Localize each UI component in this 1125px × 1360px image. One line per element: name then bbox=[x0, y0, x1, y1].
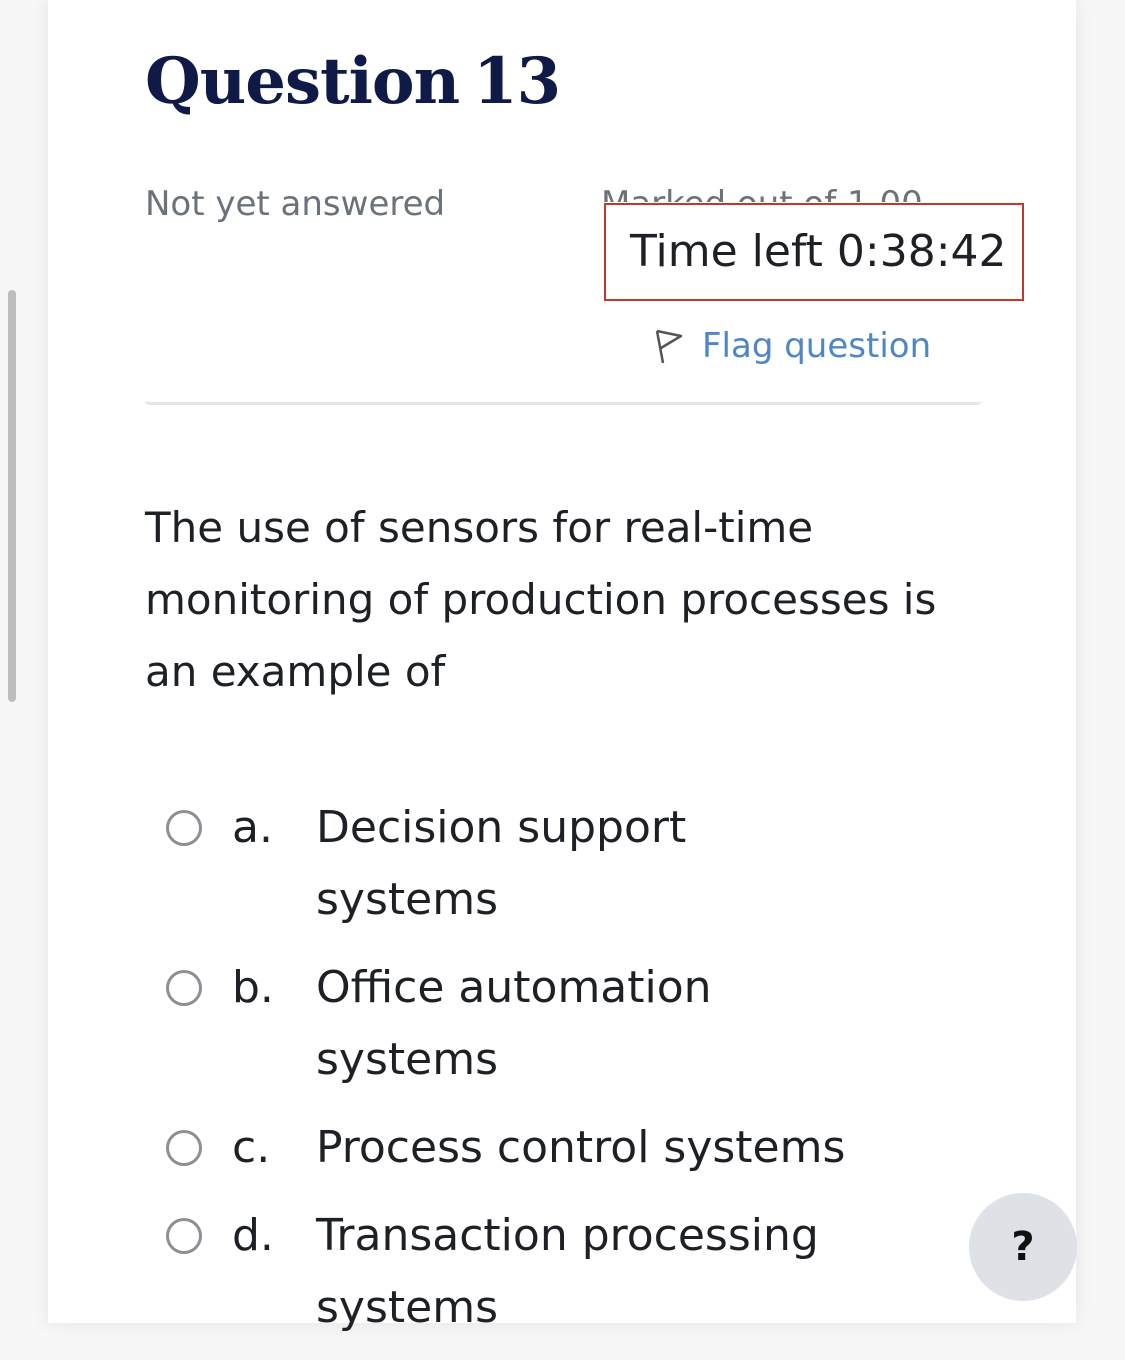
answer-letter: c. bbox=[232, 1122, 271, 1173]
answer-text[interactable]: Decision support systems bbox=[316, 792, 876, 936]
page-scrollbar[interactable] bbox=[8, 290, 16, 702]
answer-letter: d. bbox=[232, 1210, 274, 1261]
help-button[interactable]: ? bbox=[969, 1193, 1077, 1301]
answer-option-b[interactable]: b. Office automation systems bbox=[166, 952, 966, 1096]
radio-empty-icon[interactable] bbox=[166, 970, 202, 1006]
question-grade: Marked out of 1.00 bbox=[601, 182, 946, 202]
question-card: Question13 Not yet answered Marked out o… bbox=[48, 0, 1077, 1333]
answer-option-c[interactable]: c. Process control systems bbox=[166, 1112, 966, 1184]
question-state: Not yet answered bbox=[145, 184, 446, 224]
radio-empty-icon[interactable] bbox=[166, 1130, 202, 1166]
answer-letter: a. bbox=[232, 802, 273, 853]
radio-empty-icon[interactable] bbox=[166, 810, 202, 846]
question-text: The use of sensors for real-time monitor… bbox=[145, 503, 937, 696]
answer-text[interactable]: Transaction processing systems bbox=[316, 1200, 876, 1344]
flag-outline-icon bbox=[655, 329, 683, 364]
quiz-timer: Time left 0:38:42 bbox=[604, 203, 1024, 301]
question-title: Question 13 bbox=[145, 40, 561, 124]
answer-options: a. Decision support systems b. Office au… bbox=[166, 792, 966, 1360]
radio-empty-icon[interactable] bbox=[166, 1218, 202, 1254]
question-title-word: Question bbox=[145, 44, 460, 119]
answer-option-a[interactable]: a. Decision support systems bbox=[166, 792, 966, 936]
question-number: 13 bbox=[473, 44, 561, 119]
answer-text[interactable]: Office automation systems bbox=[316, 952, 876, 1096]
answer-text[interactable]: Process control systems bbox=[316, 1112, 876, 1184]
flag-question-link[interactable]: Flag question bbox=[652, 324, 931, 368]
flag-question-label: Flag question bbox=[702, 326, 932, 366]
answer-option-d[interactable]: d. Transaction processing systems bbox=[166, 1200, 966, 1344]
answer-letter: b. bbox=[232, 962, 274, 1013]
